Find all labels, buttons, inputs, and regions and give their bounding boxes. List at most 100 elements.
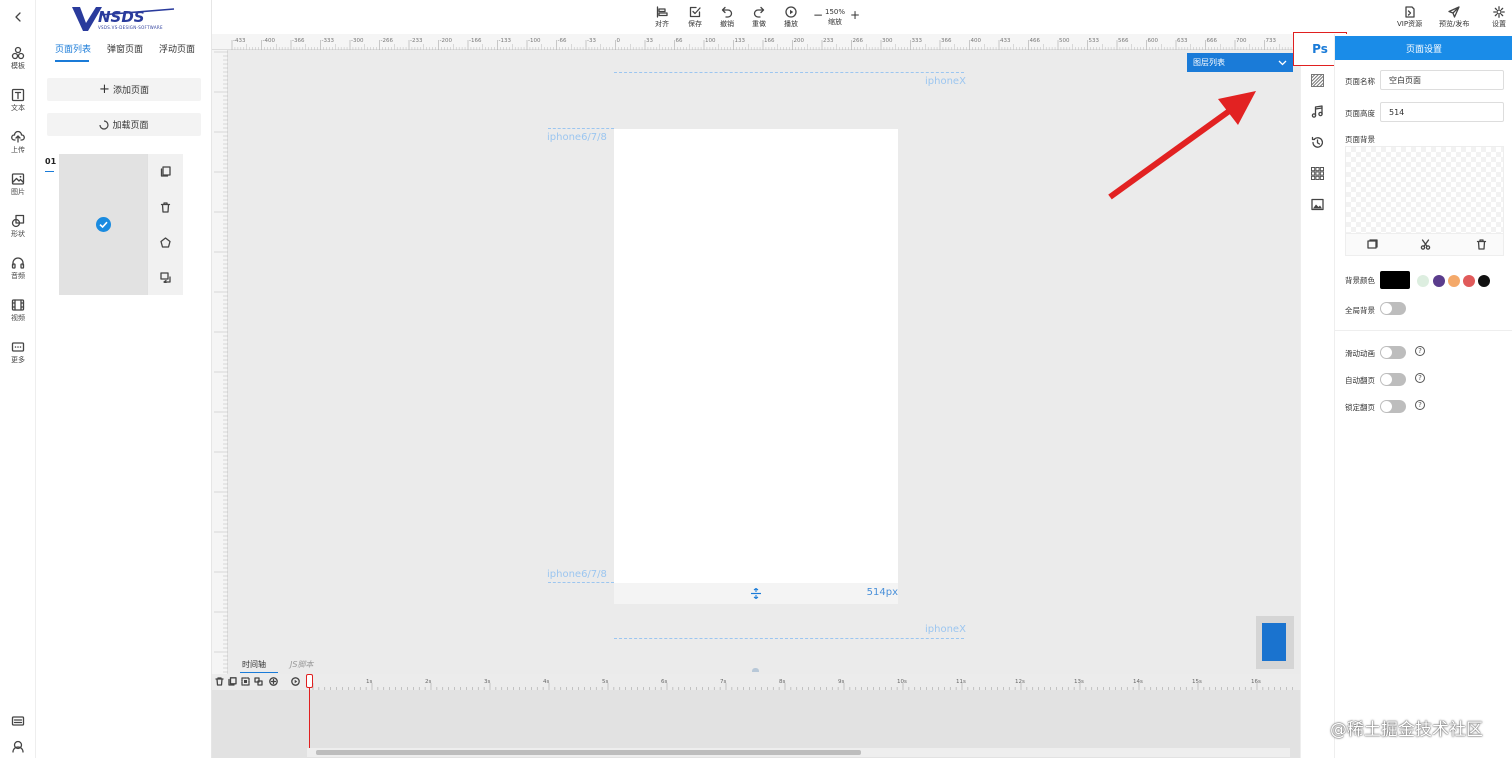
tool-video[interactable]: 视频 (0, 292, 36, 328)
delete-page-button[interactable] (160, 202, 171, 213)
history-icon[interactable] (1311, 136, 1324, 149)
help-icon[interactable]: ? (1415, 400, 1425, 410)
add-page-button[interactable]: + 添加页面 (47, 78, 201, 101)
color-swatch-black[interactable] (1478, 275, 1490, 287)
undo-label: 撤销 (720, 20, 734, 28)
tool-text[interactable]: 文本 (0, 82, 36, 118)
right-icon-strip: Ps (1293, 32, 1347, 758)
timeline-tick-label: 1s (366, 679, 372, 685)
tool-image[interactable]: 图片 (0, 166, 36, 202)
lock-flip-toggle[interactable] (1380, 400, 1406, 413)
ruler-tick-label: 733 (1266, 38, 1277, 44)
playhead-handle[interactable] (306, 674, 313, 688)
timeline-toggle-handle[interactable] (752, 668, 759, 672)
tool-upload[interactable]: 上传 (0, 124, 36, 160)
grid-icon[interactable] (1311, 167, 1324, 180)
redo-button[interactable]: 重做 (752, 6, 766, 29)
page-transition-button[interactable] (160, 272, 171, 283)
vip-resources-button[interactable]: VIP资源 (1397, 6, 1422, 29)
layer-list-dropdown[interactable]: 图层列表 (1187, 53, 1293, 72)
tool-more[interactable]: 更多 (0, 334, 36, 370)
page-height-field-label: 页面高度 (1345, 109, 1375, 118)
logo-subtext: VSDS.VS-DESIGN-SOFTWARE (98, 25, 163, 30)
help-icon[interactable]: ? (1415, 373, 1425, 383)
image-icon (11, 172, 25, 185)
tool-shape[interactable]: 形状 (0, 208, 36, 244)
select-box-icon[interactable] (241, 677, 250, 686)
top-ruler: -433 -400 -366 -333 -300 -266 -233 -200 -166 -133… (212, 34, 1300, 50)
picture-icon[interactable] (1311, 198, 1324, 211)
horizontal-scrollbar[interactable] (307, 748, 1290, 757)
tab-page-list[interactable]: 页面列表 (55, 42, 91, 55)
tool-template[interactable]: 模板 (0, 40, 36, 76)
page-height-field[interactable]: 514 (1380, 102, 1504, 122)
ruler-tick-label: 200 (794, 38, 805, 44)
color-swatch-purple[interactable] (1433, 275, 1445, 287)
page-name-field[interactable]: 空白页面 (1380, 70, 1504, 90)
back-button[interactable] (0, 0, 36, 34)
page-bg-label: 页面背景 (1345, 135, 1375, 144)
tab-js-script[interactable]: JS脚本 (290, 659, 313, 670)
page-thumbnail[interactable] (59, 154, 147, 295)
tool-label: 图片 (11, 187, 25, 196)
ruler-tick-label: 33 (646, 38, 653, 44)
redo-label: 重做 (752, 20, 766, 28)
tab-popup-pages[interactable]: 弹窗页面 (107, 42, 143, 55)
phone-page-canvas[interactable] (614, 129, 898, 583)
align-label: 对齐 (655, 20, 669, 28)
page-bg-preview[interactable] (1345, 146, 1504, 256)
tool-label: 音频 (11, 271, 25, 280)
zoom-in-button[interactable]: + (850, 8, 860, 22)
guide-iphonex-top (614, 72, 964, 73)
bg-image-icon[interactable] (1367, 239, 1378, 250)
bg-color-picker[interactable] (1380, 271, 1410, 289)
global-bg-toggle[interactable] (1380, 302, 1406, 315)
ruler-tick-label: -100 (528, 38, 541, 44)
save-button[interactable]: 保存 (688, 6, 702, 29)
add-circle-icon[interactable] (269, 677, 278, 686)
texture-icon[interactable] (1311, 74, 1324, 87)
scissors-icon[interactable] (1420, 239, 1431, 250)
copy-page-button[interactable] (160, 166, 171, 177)
tool-label: 上传 (11, 145, 25, 154)
trash-icon[interactable] (215, 677, 224, 686)
minimap[interactable] (1256, 616, 1294, 669)
help-icon[interactable]: ? (1415, 346, 1425, 356)
ruler-tick-label: -333 (322, 38, 335, 44)
trash-icon[interactable] (1476, 239, 1487, 250)
tab-timeline[interactable]: 时间轴 (242, 659, 266, 670)
chevron-down-icon (1278, 60, 1287, 65)
auto-flip-toggle[interactable] (1380, 373, 1406, 386)
help-button[interactable] (0, 728, 36, 764)
play-icon[interactable] (291, 677, 300, 686)
timeline-header: 1s 2s 3s 4s 5s 6s 7s 8s 9s 10s 11s 12s 13s 14s 15s 16s (212, 674, 1300, 690)
keyframe-icon[interactable] (254, 677, 263, 686)
color-swatch-red[interactable] (1463, 275, 1475, 287)
zoom-control: 150% 缩放 (825, 7, 845, 27)
align-button[interactable]: 对齐 (655, 6, 669, 29)
settings-title: 页面设置 (1405, 44, 1442, 55)
load-page-button[interactable]: 加载页面 (47, 113, 201, 136)
copy-icon[interactable] (228, 677, 237, 686)
slide-anim-toggle[interactable] (1380, 346, 1406, 359)
color-swatch-orange[interactable] (1448, 275, 1460, 287)
timeline-tick-label: 11s (956, 679, 966, 685)
ruler-tick-label: 166 (764, 38, 775, 44)
scrollbar-thumb[interactable] (316, 750, 861, 755)
tab-floating-pages[interactable]: 浮动页面 (159, 42, 195, 55)
zoom-out-button[interactable]: − (813, 8, 823, 22)
settings-label: 设置 (1492, 20, 1506, 28)
set-home-button[interactable] (160, 237, 171, 248)
preview-publish-button[interactable]: 预览/发布 (1439, 6, 1469, 29)
tool-audio[interactable]: 音频 (0, 250, 36, 286)
timeline-tick-label: 4s (543, 679, 549, 685)
undo-button[interactable]: 撤销 (720, 6, 734, 29)
color-swatch-mint[interactable] (1417, 275, 1429, 287)
play-button[interactable]: 播放 (784, 6, 798, 29)
tool-label: 文本 (11, 103, 25, 112)
settings-button[interactable]: 设置 (1492, 6, 1506, 29)
ruler-tick-label: 0 (617, 38, 621, 44)
minimap-viewport (1262, 623, 1286, 661)
page-height-handle[interactable]: 514px (614, 583, 898, 604)
music-icon[interactable] (1311, 105, 1324, 118)
